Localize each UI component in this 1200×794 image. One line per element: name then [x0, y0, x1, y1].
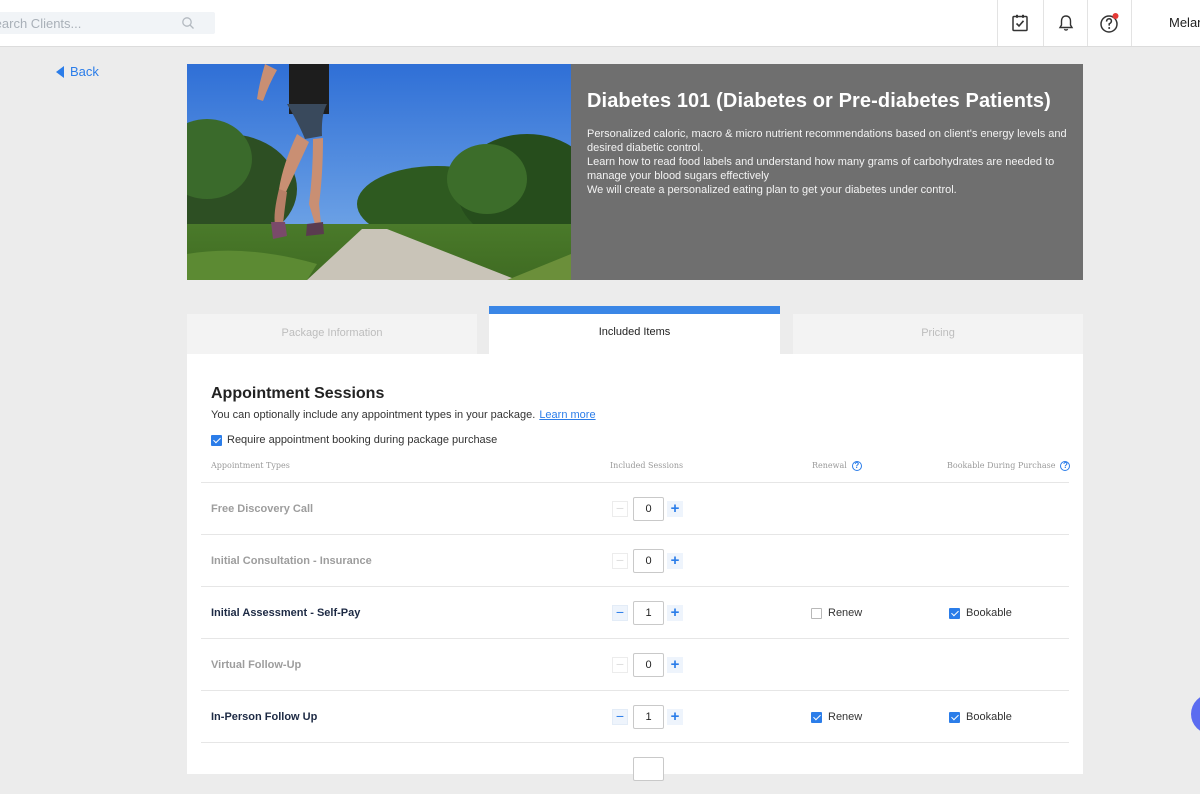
description-line: We will create a personalized eating pla… — [587, 184, 957, 196]
renew-checkbox[interactable] — [811, 607, 822, 619]
header-renewal-label: Renewal — [812, 461, 847, 470]
sessions-input[interactable]: 1 — [633, 705, 664, 729]
package-title: Diabetes 101 (Diabetes or Pre-diabetes P… — [587, 90, 1051, 112]
search-icon[interactable] — [181, 16, 195, 30]
user-name[interactable]: Melanie — [1131, 0, 1200, 46]
increment-button[interactable]: + — [667, 501, 683, 517]
bookable-option[interactable]: Bookable — [949, 711, 1012, 723]
section-description: You can optionally include any appointme… — [211, 409, 596, 421]
sessions-stepper: − 1 + — [612, 601, 687, 625]
appointment-type-name: Free Discovery Call — [211, 503, 314, 515]
bookable-checkbox[interactable] — [949, 711, 960, 723]
notifications-button[interactable] — [1043, 0, 1088, 46]
renew-option[interactable]: Renew — [811, 711, 862, 723]
package-description: Personalized caloric, macro & micro nutr… — [587, 127, 1067, 197]
table-row — [201, 742, 1069, 794]
appointment-type-name: Initial Consultation - Insurance — [211, 555, 372, 567]
renewal-help-icon[interactable]: ? — [851, 461, 862, 471]
section-description-text: You can optionally include any appointme… — [211, 409, 536, 421]
require-booking-option[interactable]: Require appointment booking during packa… — [211, 434, 497, 446]
section-title: Appointment Sessions — [211, 385, 385, 402]
decrement-button[interactable]: − — [612, 553, 628, 569]
header-bookable-label: Bookable During Purchase — [947, 461, 1056, 470]
decrement-button[interactable]: − — [612, 605, 628, 621]
description-line: Learn how to read food labels and unders… — [587, 156, 1055, 182]
increment-button[interactable]: + — [667, 553, 683, 569]
header-appointment-types: Appointment Types — [211, 461, 290, 470]
renew-label: Renew — [828, 607, 863, 619]
sessions-input[interactable]: 0 — [633, 653, 664, 677]
bookable-label: Bookable — [966, 607, 1012, 619]
client-search — [0, 12, 215, 34]
header-renewal: Renewal? — [812, 461, 862, 471]
decrement-button[interactable]: − — [612, 501, 628, 517]
sessions-stepper: − 0 + — [612, 653, 687, 677]
tab-included-items[interactable]: Included Items — [489, 306, 780, 354]
back-link[interactable]: Back — [56, 64, 99, 79]
tab-pricing[interactable]: Pricing — [793, 314, 1083, 354]
renew-option[interactable]: Renew — [811, 607, 862, 619]
learn-more-link[interactable]: Learn more — [539, 409, 595, 421]
header-included-sessions: Included Sessions — [610, 461, 684, 470]
help-question-icon — [1100, 13, 1119, 33]
back-arrow-icon — [56, 65, 64, 78]
sessions-input[interactable]: 0 — [633, 549, 664, 573]
search-input[interactable] — [0, 12, 180, 34]
table-row: Free Discovery Call − 0 + — [201, 482, 1069, 534]
table-row: Virtual Follow-Up − 0 + — [201, 638, 1069, 690]
tab-package-information[interactable]: Package Information — [187, 314, 477, 354]
decrement-button[interactable]: − — [612, 657, 628, 673]
bookable-checkbox[interactable] — [949, 607, 960, 619]
sessions-stepper: − 0 + — [612, 549, 687, 573]
bookable-option[interactable]: Bookable — [949, 607, 1012, 619]
task-checklist-icon — [1012, 14, 1028, 32]
header-bookable: Bookable During Purchase? — [947, 461, 1071, 471]
appointment-type-name: Initial Assessment - Self-Pay — [211, 607, 361, 619]
sessions-stepper — [612, 757, 687, 781]
package-hero: Diabetes 101 (Diabetes or Pre-diabetes P… — [187, 64, 1083, 280]
bookable-help-icon[interactable]: ? — [1060, 461, 1071, 471]
bookable-label: Bookable — [966, 711, 1012, 723]
increment-button[interactable]: + — [667, 605, 683, 621]
appointment-type-name: Virtual Follow-Up — [211, 659, 302, 671]
appointment-type-name: In-Person Follow Up — [211, 711, 318, 723]
sessions-stepper: − 1 + — [612, 705, 687, 729]
bell-icon — [1058, 15, 1074, 31]
sessions-input[interactable]: 1 — [633, 601, 664, 625]
chat-launcher-button[interactable] — [1191, 694, 1200, 734]
renew-label: Renew — [828, 711, 863, 723]
require-booking-checkbox[interactable] — [211, 434, 222, 446]
table-row: Initial Consultation - Insurance − 0 + — [201, 534, 1069, 586]
renew-checkbox[interactable] — [811, 711, 822, 723]
increment-button[interactable]: + — [667, 709, 683, 725]
increment-button[interactable]: + — [667, 657, 683, 673]
back-label: Back — [70, 64, 99, 79]
description-line: Personalized caloric, macro & micro nutr… — [587, 128, 1067, 154]
tasks-button[interactable] — [997, 0, 1042, 46]
sessions-input[interactable]: 0 — [633, 497, 664, 521]
require-booking-label: Require appointment booking during packa… — [227, 434, 498, 446]
table-row: In-Person Follow Up − 1 + Renew Bookable — [201, 690, 1069, 742]
package-tabs: Package Information Included Items Prici… — [187, 306, 1083, 354]
table-row: Initial Assessment - Self-Pay − 1 + Rene… — [201, 586, 1069, 638]
sessions-stepper: − 0 + — [612, 497, 687, 521]
top-bar: Melanie — [0, 0, 1200, 47]
decrement-button[interactable]: − — [612, 709, 628, 725]
help-button[interactable] — [1087, 0, 1132, 46]
hero-runner-image — [187, 64, 571, 280]
included-items-panel: Appointment Sessions You can optionally … — [187, 354, 1083, 781]
sessions-input[interactable] — [633, 757, 664, 781]
